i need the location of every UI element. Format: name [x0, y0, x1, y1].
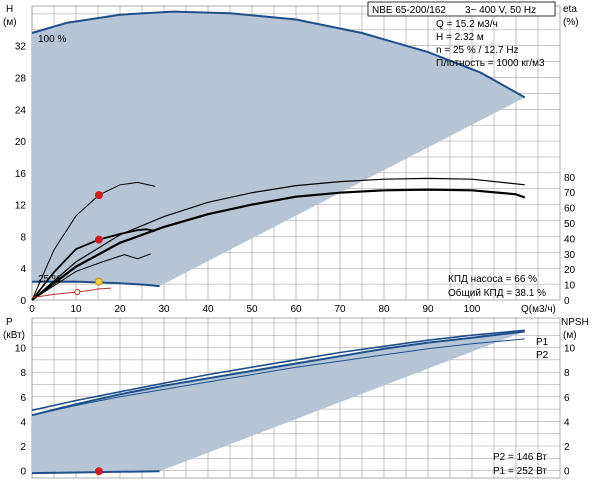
- top-right-tick-label: 40: [564, 234, 576, 245]
- top-right-tick-label: 0: [564, 296, 570, 307]
- top-left-tick-label: 20: [15, 137, 27, 148]
- bottom-left-axis-title: P: [6, 317, 13, 328]
- top-left-tick-label: 12: [15, 201, 27, 212]
- x-tick-label: 50: [246, 304, 258, 315]
- top-left-tick-label: 24: [15, 105, 27, 116]
- speed-label-25: 25 %: [38, 274, 61, 285]
- bottom-left-tick-label: 0: [20, 467, 26, 478]
- pump-performance-chart: 0 10 20 30 40 50 60 70 80 90 100048121620242832010…: [3, 1, 589, 479]
- bottom-left-tick-label: 8: [20, 368, 26, 379]
- info-q: Q = 15.2 м3/ч: [436, 19, 498, 30]
- bottom-right-tick-label: 8: [564, 368, 570, 379]
- info-h: H = 2.32 м: [436, 32, 484, 43]
- bottom-right-tick-label: 4: [564, 417, 570, 428]
- duty-point-marker-red: [94, 235, 103, 244]
- top-left-tick-label: 4: [20, 264, 26, 275]
- top-right-axis-unit: (%): [563, 17, 579, 28]
- top-left-tick-label: 16: [15, 169, 27, 180]
- envelope-layer: [31, 10, 526, 475]
- x-tick-label: 0: [29, 304, 35, 315]
- x-tick-label: 10: [70, 304, 82, 315]
- bottom-left-tick-label: 2: [20, 442, 26, 453]
- info-density: Плотность = 1000 кг/м3: [436, 58, 545, 69]
- bottom-left-axis-unit: (кВт): [3, 330, 25, 341]
- info-box-title: NBE 65-200/162: [372, 5, 446, 16]
- bottom-left-tick-label: 6: [20, 393, 26, 404]
- p1-label: P1 = 252 Вт: [493, 466, 547, 477]
- top-right-tick-label: 80: [564, 173, 576, 184]
- bottom-right-tick-label: 2: [564, 442, 570, 453]
- top-left-axis-unit: (м): [3, 17, 17, 28]
- x-tick-label: 70: [334, 304, 346, 315]
- bottom-left-tick-label: 4: [20, 417, 26, 428]
- bottom-right-tick-label: 10: [564, 344, 576, 355]
- bottom-right-axis-title: NPSH: [561, 317, 589, 328]
- info-n: n = 25 % / 12.7 Hz: [436, 45, 519, 56]
- top-right-tick-label: 10: [564, 281, 576, 292]
- x-tick-label: 60: [290, 304, 302, 315]
- power-point-marker-red: [94, 467, 103, 476]
- duty-point-marker-open: [74, 289, 81, 296]
- p2-label: P2 = 146 Вт: [493, 452, 547, 463]
- x-tick-label: 90: [422, 304, 434, 315]
- bottom-right-axis-unit: (м): [563, 330, 577, 341]
- top-right-axis-title: eta: [563, 4, 577, 15]
- top-left-tick-label: 32: [15, 42, 27, 53]
- x-tick-label: 100: [464, 304, 481, 315]
- pump-efficiency-label: КПД насоса = 66 %: [448, 274, 537, 285]
- x-tick-label: 40: [202, 304, 214, 315]
- info-box-power: 3~ 400 V, 50 Hz: [465, 5, 536, 16]
- top-right-tick-label: 60: [564, 204, 576, 215]
- x-axis-label: Q(м3/ч): [521, 304, 556, 315]
- top-right-tick-label: 50: [564, 219, 576, 230]
- bottom-left-tick-label: 10: [15, 344, 27, 355]
- top-left-tick-label: 8: [20, 232, 26, 243]
- duty-point-marker-red: [94, 191, 103, 200]
- top-left-axis-title: H: [6, 4, 13, 15]
- duty-point-marker-yellow: [94, 277, 103, 286]
- total-efficiency-label: Общий КПД = 38.1 %: [448, 287, 546, 299]
- top-right-tick-label: 70: [564, 188, 576, 199]
- top-right-tick-label: 20: [564, 265, 576, 276]
- top-right-tick-label: 30: [564, 250, 576, 261]
- series-label-p2: P2: [536, 350, 549, 361]
- top-left-tick-label: 0: [20, 296, 26, 307]
- speed-label-100: 100 %: [38, 34, 66, 45]
- series-label-p1: P1: [536, 337, 549, 348]
- bottom-right-tick-label: 6: [564, 393, 570, 404]
- x-tick-label: 20: [114, 304, 126, 315]
- x-tick-label: 80: [378, 304, 390, 315]
- power-envelope-fill: [32, 331, 525, 474]
- top-left-tick-label: 28: [15, 74, 27, 85]
- x-tick-label: 30: [158, 304, 170, 315]
- bottom-right-tick-label: 0: [564, 467, 570, 478]
